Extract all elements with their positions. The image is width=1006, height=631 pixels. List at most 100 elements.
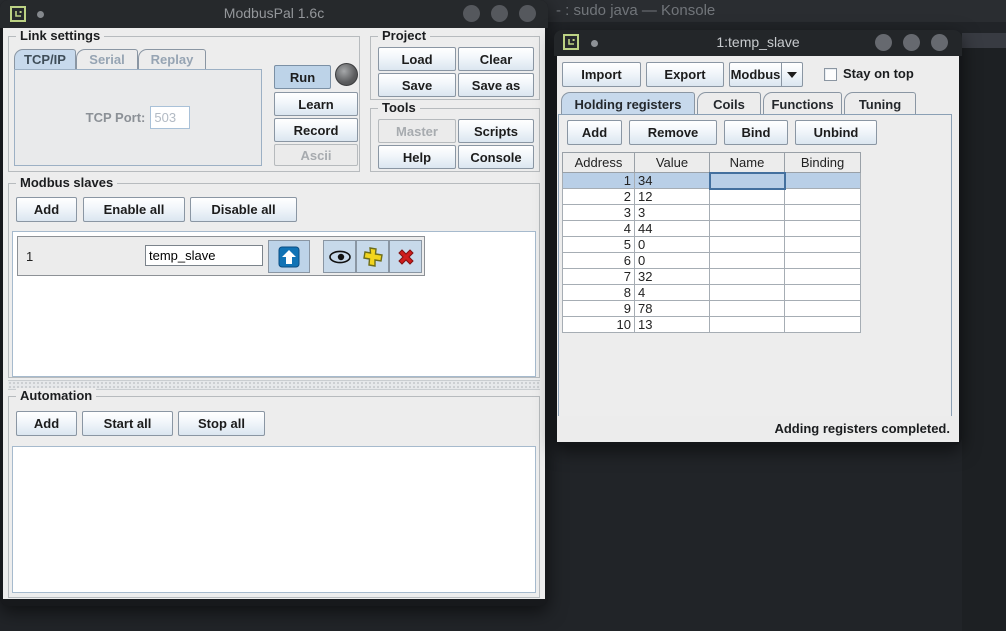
table-row[interactable]: 33 (563, 205, 861, 221)
slave-window-titlebar[interactable]: 1:temp_slave (554, 30, 962, 56)
slave-row[interactable]: 1 (17, 236, 425, 276)
delete-slave-button[interactable] (389, 240, 422, 273)
save-as-button[interactable]: Save as (458, 73, 534, 97)
add-register-button[interactable]: Add (567, 120, 622, 145)
name-cell[interactable] (710, 221, 785, 237)
help-button[interactable]: Help (378, 145, 456, 169)
value-cell[interactable]: 44 (635, 221, 710, 237)
tab-coils[interactable]: Coils (697, 92, 761, 115)
value-cell[interactable]: 32 (635, 269, 710, 285)
address-cell[interactable]: 4 (563, 221, 635, 237)
bind-button[interactable]: Bind (724, 120, 788, 145)
minimize-button[interactable] (463, 5, 480, 22)
add-slave-button[interactable]: Add (16, 197, 77, 222)
binding-cell[interactable] (785, 301, 861, 317)
value-cell[interactable]: 0 (635, 253, 710, 269)
name-cell[interactable] (710, 317, 785, 333)
table-row[interactable]: 60 (563, 253, 861, 269)
binding-cell[interactable] (785, 189, 861, 205)
value-cell[interactable]: 3 (635, 205, 710, 221)
close-button[interactable] (519, 5, 536, 22)
address-cell[interactable]: 10 (563, 317, 635, 333)
binding-cell[interactable] (785, 269, 861, 285)
enable-all-button[interactable]: Enable all (83, 197, 185, 222)
tab-tcpip[interactable]: TCP/IP (14, 49, 76, 69)
ascii-button[interactable]: Ascii (274, 144, 358, 166)
import-button[interactable]: Import (562, 62, 641, 87)
modbus-dropdown[interactable]: Modbus (729, 62, 803, 87)
table-row[interactable]: 134 (563, 173, 861, 189)
value-cell[interactable]: 12 (635, 189, 710, 205)
value-cell[interactable]: 4 (635, 285, 710, 301)
header-name[interactable]: Name (710, 153, 785, 173)
add-automation-button[interactable]: Add (16, 411, 77, 436)
address-cell[interactable]: 9 (563, 301, 635, 317)
tab-serial[interactable]: Serial (76, 49, 138, 69)
binding-cell[interactable] (785, 285, 861, 301)
name-cell[interactable] (710, 301, 785, 317)
remove-register-button[interactable]: Remove (629, 120, 717, 145)
maximize-button[interactable] (903, 34, 920, 51)
value-cell[interactable]: 34 (635, 173, 710, 189)
unbind-button[interactable]: Unbind (795, 120, 877, 145)
address-cell[interactable]: 3 (563, 205, 635, 221)
slave-name-input[interactable] (145, 245, 263, 266)
binding-cell[interactable] (785, 253, 861, 269)
start-all-button[interactable]: Start all (82, 411, 173, 436)
learn-button[interactable]: Learn (274, 92, 358, 116)
binding-cell[interactable] (785, 221, 861, 237)
address-cell[interactable]: 7 (563, 269, 635, 285)
name-cell[interactable] (710, 237, 785, 253)
slave-view-button[interactable] (323, 240, 356, 273)
table-row[interactable]: 50 (563, 237, 861, 253)
value-cell[interactable]: 13 (635, 317, 710, 333)
address-cell[interactable]: 8 (563, 285, 635, 301)
address-cell[interactable]: 6 (563, 253, 635, 269)
tab-holding-registers[interactable]: Holding registers (561, 92, 695, 115)
binding-cell[interactable] (785, 237, 861, 253)
modbuspal-titlebar[interactable]: ModbusPal 1.6c (0, 0, 548, 28)
export-button[interactable]: Export (646, 62, 724, 87)
tab-functions[interactable]: Functions (763, 92, 842, 115)
name-cell[interactable] (710, 285, 785, 301)
scripts-button[interactable]: Scripts (458, 119, 534, 143)
binding-cell[interactable] (785, 205, 861, 221)
name-cell[interactable] (710, 253, 785, 269)
tab-replay[interactable]: Replay (138, 49, 206, 69)
slave-enable-toggle[interactable] (268, 240, 310, 273)
stay-on-top-checkbox[interactable] (824, 68, 837, 81)
save-button[interactable]: Save (378, 73, 456, 97)
load-button[interactable]: Load (378, 47, 456, 71)
address-cell[interactable]: 5 (563, 237, 635, 253)
maximize-button[interactable] (491, 5, 508, 22)
table-row[interactable]: 732 (563, 269, 861, 285)
close-button[interactable] (931, 34, 948, 51)
record-button[interactable]: Record (274, 118, 358, 142)
disable-all-button[interactable]: Disable all (190, 197, 297, 222)
tcp-port-input[interactable] (150, 106, 190, 129)
name-cell[interactable] (710, 189, 785, 205)
tab-tuning[interactable]: Tuning (844, 92, 916, 115)
clear-button[interactable]: Clear (458, 47, 534, 71)
table-row[interactable]: 84 (563, 285, 861, 301)
name-cell[interactable] (710, 269, 785, 285)
header-address[interactable]: Address (563, 153, 635, 173)
binding-cell[interactable] (785, 173, 861, 189)
table-row[interactable]: 212 (563, 189, 861, 205)
minimize-button[interactable] (875, 34, 892, 51)
address-cell[interactable]: 1 (563, 173, 635, 189)
run-button[interactable]: Run (274, 65, 331, 89)
table-row[interactable]: 1013 (563, 317, 861, 333)
console-button[interactable]: Console (458, 145, 534, 169)
stop-all-button[interactable]: Stop all (178, 411, 265, 436)
value-cell[interactable]: 78 (635, 301, 710, 317)
address-cell[interactable]: 2 (563, 189, 635, 205)
binding-cell[interactable] (785, 317, 861, 333)
table-row[interactable]: 444 (563, 221, 861, 237)
table-row[interactable]: 978 (563, 301, 861, 317)
slave-add-automation-button[interactable] (356, 240, 389, 273)
header-value[interactable]: Value (635, 153, 710, 173)
master-button[interactable]: Master (378, 119, 456, 143)
value-cell[interactable]: 0 (635, 237, 710, 253)
name-cell[interactable] (710, 173, 785, 189)
